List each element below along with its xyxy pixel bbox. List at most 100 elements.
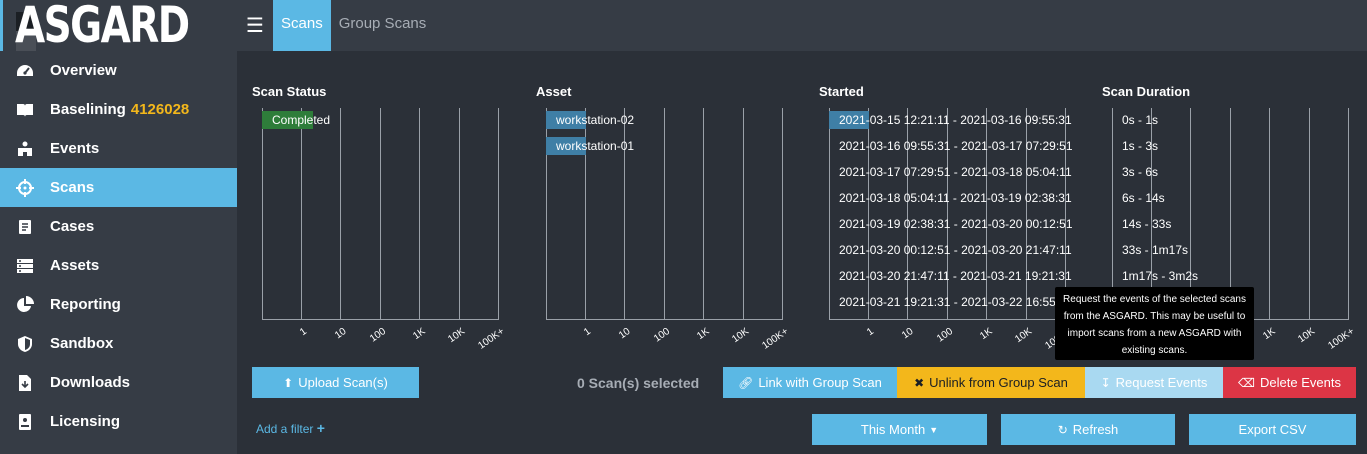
facet-row-label: 2021-03-16 09:55:31 - 2021-03-17 07:29:5…: [839, 139, 1073, 153]
facet-row[interactable]: 6s - 14s: [1112, 189, 1165, 207]
facet-row[interactable]: 2021-03-20 00:12:51 - 2021-03-20 21:47:1…: [829, 241, 1072, 259]
axis-tick-label: 100K+: [476, 326, 507, 352]
export-csv-button[interactable]: Export CSV: [1189, 414, 1356, 445]
facet-row[interactable]: 3s - 6s: [1112, 163, 1158, 181]
facet-row-label: 1m17s - 3m2s: [1122, 269, 1199, 283]
axis-tick-label: 10: [616, 326, 633, 342]
facet-row[interactable]: Completed: [262, 111, 330, 129]
date-range-dropdown[interactable]: This Month ▼: [812, 414, 987, 445]
facet-row[interactable]: 2021-03-16 09:55:31 - 2021-03-17 07:29:5…: [829, 137, 1073, 155]
unlink-group-scan-button[interactable]: ✖ Unlink from Group Scan: [897, 367, 1085, 398]
book-icon: [16, 101, 34, 119]
unlink-icon: ✖: [914, 375, 925, 390]
axis-tick-label: 100K+: [760, 326, 791, 352]
request-events-tooltip: Request the events of the selected scans…: [1055, 287, 1254, 360]
facet-row[interactable]: 14s - 33s: [1112, 215, 1171, 233]
facet-row[interactable]: 1m17s - 3m2s: [1112, 267, 1198, 285]
started-facet-chart: 1101001K10K100K+2021-03-15 12:21:11 - 20…: [829, 108, 1085, 352]
axis-tick-label: 100K+: [1326, 326, 1357, 352]
sidebar-item-assets[interactable]: Assets: [0, 246, 237, 285]
facet-title-scan-status: Scan Status: [252, 84, 327, 99]
sidebar-item-overview[interactable]: Overview: [0, 51, 237, 90]
top-bar: ☰ Scans Group Scans: [237, 0, 1367, 51]
refresh-icon: ↻: [1057, 422, 1068, 437]
sidebar-item-label: Baselining: [50, 101, 126, 118]
delete-events-button[interactable]: ⌫ Delete Events: [1223, 367, 1356, 398]
sidebar-item-events[interactable]: Events: [0, 129, 237, 168]
facet-row-label: Completed: [272, 113, 331, 127]
facet-row-label: 2021-03-18 05:04:11 - 2021-03-19 02:38:3…: [839, 191, 1072, 205]
axis-tick-label: 10: [332, 326, 349, 342]
facet-row[interactable]: 1s - 3s: [1112, 137, 1158, 155]
facet-row[interactable]: 2021-03-19 02:38:31 - 2021-03-20 00:12:5…: [829, 215, 1073, 233]
sidebar-item-cases[interactable]: Cases: [0, 207, 237, 246]
facet-row-label: 33s - 1m17s: [1122, 243, 1189, 257]
facet-row-label: 14s - 33s: [1122, 217, 1172, 231]
cases-icon: [16, 218, 34, 236]
sidebar-item-baselining[interactable]: Baselining 4126028: [0, 90, 237, 129]
axis-tick-label: 1K: [977, 326, 995, 343]
axis-tick-label: 10: [899, 326, 916, 342]
refresh-button[interactable]: ↻ Refresh: [1001, 414, 1175, 445]
dashboard-icon: [16, 62, 34, 80]
pie-chart-icon: [16, 295, 34, 314]
sidebar-item-scans[interactable]: Scans: [0, 168, 237, 207]
axis-tick-label: 1: [865, 326, 877, 339]
caret-down-icon: ▼: [929, 424, 939, 435]
axis-tick-label: 10K: [446, 326, 468, 346]
axis-tick-label: 100: [935, 326, 956, 345]
tab-scans[interactable]: Scans: [273, 0, 331, 51]
facet-row-label: 2021-03-21 19:21:31 - 2021-03-22 16:55: [839, 295, 1056, 309]
sidebar-item-label: Scans: [50, 179, 95, 196]
shield-icon: [16, 335, 34, 353]
facet-row[interactable]: workstation-02: [546, 111, 634, 129]
sidebar-item-licensing[interactable]: Licensing: [0, 402, 237, 441]
facet-row[interactable]: 2021-03-18 05:04:11 - 2021-03-19 02:38:3…: [829, 189, 1072, 207]
facet-row[interactable]: 2021-03-21 19:21:31 - 2021-03-22 16:55: [829, 293, 1056, 311]
facet-row-label: workstation-02: [556, 113, 635, 127]
logo[interactable]: ASGARD: [0, 0, 237, 51]
sidebar-item-downloads[interactable]: Downloads: [0, 363, 237, 402]
sidebar-item-label: Downloads: [50, 374, 131, 391]
tab-group-scans[interactable]: Group Scans: [331, 0, 435, 51]
sidebar-item-sandbox[interactable]: Sandbox: [0, 324, 237, 363]
crosshair-icon: [16, 178, 34, 197]
facet-row-label: 0s - 1s: [1122, 113, 1159, 127]
facet-row[interactable]: 33s - 1m17s: [1112, 241, 1188, 259]
sidebar-item-label: Sandbox: [50, 335, 114, 352]
link-group-scan-button[interactable]: 🔗︎ Link with Group Scan: [723, 367, 897, 398]
axis-tick-label: 1: [298, 326, 310, 339]
sidebar-item-reporting[interactable]: Reporting: [0, 285, 237, 324]
request-events-button[interactable]: ↧ Request Events: [1085, 367, 1223, 398]
scan-status-grid: [262, 108, 499, 320]
axis-tick-label: 10K: [1296, 326, 1318, 346]
facet-row[interactable]: workstation-01: [546, 137, 634, 155]
facet-row[interactable]: 0s - 1s: [1112, 111, 1158, 129]
axis-tick-label: 10K: [730, 326, 752, 346]
facet-title-scan-duration: Scan Duration: [1102, 84, 1191, 99]
axis-tick-label: 1K: [410, 326, 428, 343]
facet-row-label: 6s - 14s: [1122, 191, 1165, 205]
license-icon: [16, 413, 34, 431]
facet-row-label: workstation-01: [556, 139, 635, 153]
sidebar-item-label: Licensing: [50, 413, 121, 430]
hamburger-menu-icon[interactable]: ☰: [237, 13, 273, 38]
facet-row[interactable]: 2021-03-20 21:47:11 - 2021-03-21 19:21:3…: [829, 267, 1072, 285]
facet-title-started: Started: [819, 84, 864, 99]
axis-tick-label: 1K: [1260, 326, 1278, 343]
asset-facet-chart: 1 10 100 1K 10K 100K+ workstation-02 workstatio…: [546, 108, 802, 352]
download-file-icon: [16, 374, 34, 392]
facet-row[interactable]: 2021-03-17 07:29:51 - 2021-03-18 05:04:1…: [829, 163, 1072, 181]
axis-tick-label: 100: [368, 326, 389, 345]
facet-row[interactable]: 2021-03-15 12:21:11 - 2021-03-16 09:55:3…: [829, 111, 1072, 129]
sidebar: Overview Baselining 4126028 Events Scans…: [0, 51, 237, 454]
add-filter-link[interactable]: Add a filter +: [256, 420, 325, 436]
scan-status-facet-chart: 1 10 100 1K 10K 100K+ Completed: [262, 108, 518, 352]
sidebar-item-label: Events: [50, 140, 100, 157]
sidebar-item-label: Assets: [50, 257, 100, 274]
link-icon: 🔗︎: [738, 375, 754, 390]
request-download-icon: ↧: [1100, 375, 1111, 390]
facet-row-label: 2021-03-19 02:38:31 - 2021-03-20 00:12:5…: [839, 217, 1073, 231]
selected-count: 0 Scan(s) selected: [577, 375, 700, 391]
upload-scans-button[interactable]: ⬆ Upload Scan(s): [252, 367, 419, 398]
